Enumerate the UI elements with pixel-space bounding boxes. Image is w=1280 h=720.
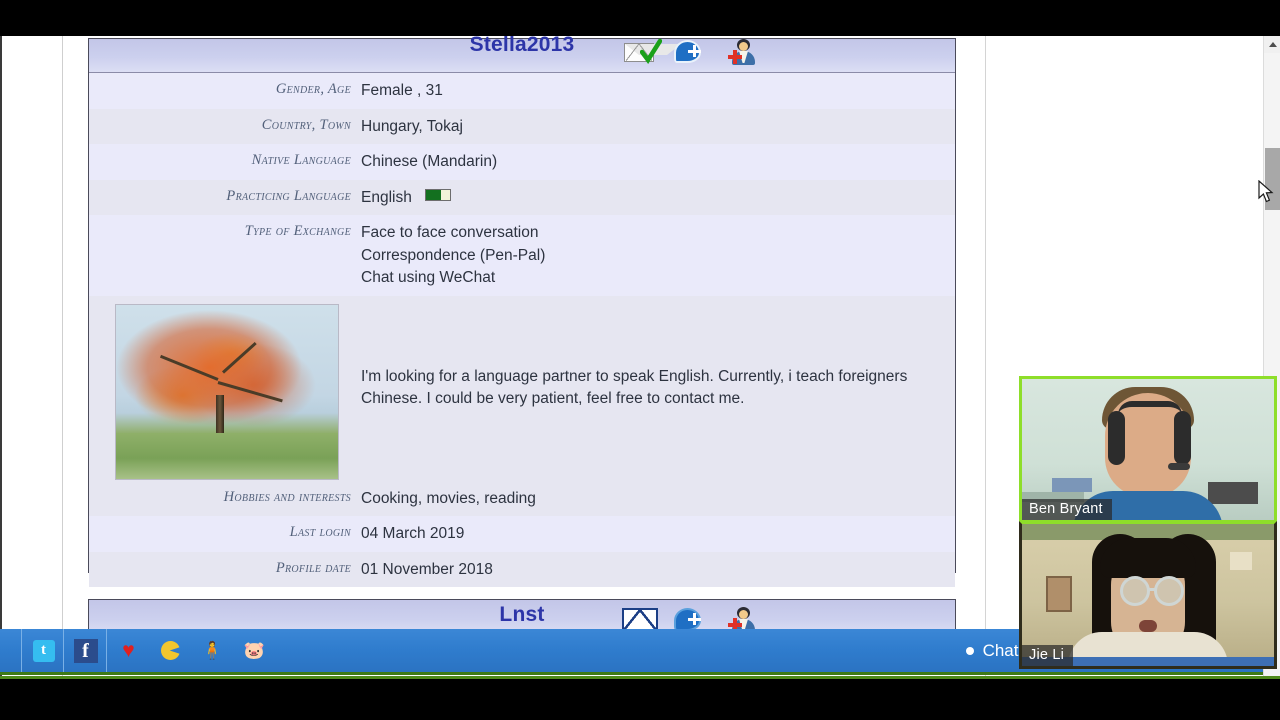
profile-field-row: Practicing Language English	[89, 179, 955, 216]
profile-fields: Gender, Age Female , 31 Country, Town Hu…	[89, 73, 955, 587]
speech-bubble-icon	[674, 40, 701, 63]
pacman-button[interactable]	[149, 629, 192, 672]
profile-username[interactable]: Stella2013	[89, 36, 955, 57]
profile-photo-and-description-row: I'm looking for a language partner to sp…	[89, 295, 955, 481]
mask-button[interactable]: 🐷	[233, 629, 276, 672]
profile-card: Stella2013 Gender, Age Female , 31 Count…	[88, 36, 956, 587]
field-label: Hobbies and interests	[223, 488, 351, 505]
twitter-icon: t	[32, 639, 55, 662]
field-label: Native Language	[251, 152, 351, 168]
profile-field-row: Native Language Chinese (Mandarin)	[89, 144, 955, 180]
screen-bottom-accent	[0, 676, 1280, 679]
profile-field-row: Type of Exchange Face to face conversati…	[89, 215, 955, 296]
field-value: English	[361, 180, 955, 216]
pacman-icon	[161, 641, 180, 660]
screen-recording-frame: Stella2013 Gender, Age Female , 31 Count…	[0, 0, 1280, 720]
envelope-verified-icon[interactable]	[622, 37, 681, 67]
facebook-icon: f	[73, 638, 98, 663]
page-divider-right	[985, 36, 986, 676]
field-label: Profile date	[275, 559, 351, 576]
field-value: Chinese (Mandarin)	[361, 153, 498, 170]
chat-status-dot	[965, 646, 974, 655]
field-label: Country, Town	[261, 116, 351, 133]
plus-horizontal	[688, 49, 701, 53]
add-friend-icon[interactable]	[724, 37, 758, 67]
exchange-type-line: Correspondence (Pen-Pal)	[361, 246, 546, 264]
video-participant-name: Jie Li	[1022, 645, 1074, 666]
profile-description: I'm looking for a language partner to sp…	[361, 368, 908, 407]
field-value: 04 March 2019	[361, 525, 465, 542]
field-value: Face to face conversation Correspondence…	[361, 215, 955, 296]
chevron-up-icon	[1268, 42, 1277, 47]
field-value: Female , 31	[361, 82, 443, 99]
profile-field-row: Profile date 01 November 2018	[89, 551, 955, 587]
field-label: Type of Exchange	[244, 223, 351, 239]
toolbar-bottom-accent	[0, 672, 1280, 675]
profile-card-header: Stella2013	[89, 36, 955, 73]
page-left-edge	[0, 36, 2, 676]
twitter-button[interactable]: t	[22, 629, 65, 672]
profile-username[interactable]: Lnst	[89, 603, 955, 627]
description-cell: I'm looking for a language partner to sp…	[361, 296, 955, 481]
profile-field-row: Gender, Age Female , 31	[89, 73, 955, 109]
person-icon	[728, 39, 756, 65]
profile-field-row: Country, Town Hungary, Tokaj	[89, 108, 955, 144]
character-icon: 🧍	[201, 641, 224, 660]
photo-cell	[89, 296, 361, 481]
video-participant-name: Ben Bryant	[1022, 499, 1112, 520]
mouse-cursor	[1258, 179, 1274, 204]
language-level-bar	[425, 188, 452, 201]
character-button[interactable]: 🧍	[191, 629, 234, 672]
profile-field-row: Last login 04 March 2019	[89, 516, 955, 552]
checkmark-icon	[640, 38, 662, 66]
plus-badge-icon	[728, 50, 742, 64]
exchange-type-line: Face to face conversation	[361, 224, 539, 241]
video-tile-remote[interactable]: Ben Bryant	[1019, 376, 1277, 523]
heart-icon: ♥	[122, 639, 135, 662]
exchange-type-line: Chat using WeChat	[361, 269, 496, 286]
field-label: Last login	[289, 524, 351, 540]
field-label: Practicing Language	[226, 187, 351, 204]
profile-action-icons	[622, 37, 758, 67]
page-divider-left	[62, 36, 63, 676]
scroll-up-button[interactable]	[1264, 36, 1280, 53]
field-label: Gender, Age	[275, 81, 351, 97]
speech-bubble-icon	[674, 608, 701, 631]
heart-button[interactable]: ♥	[107, 629, 150, 672]
video-tile-self[interactable]: Jie Li	[1019, 521, 1277, 669]
field-value: Cooking, movies, reading	[361, 489, 536, 507]
field-value: 01 November 2018	[361, 560, 493, 578]
mask-icon: 🐷	[243, 641, 266, 660]
facebook-button[interactable]: f	[64, 629, 107, 672]
field-value: Hungary, Tokaj	[361, 117, 463, 135]
autumn-tree-photo[interactable]	[115, 303, 339, 480]
add-chat-icon[interactable]	[673, 37, 707, 67]
profile-field-row: Hobbies and interests Cooking, movies, r…	[89, 480, 955, 516]
practicing-language-value: English	[361, 188, 412, 206]
